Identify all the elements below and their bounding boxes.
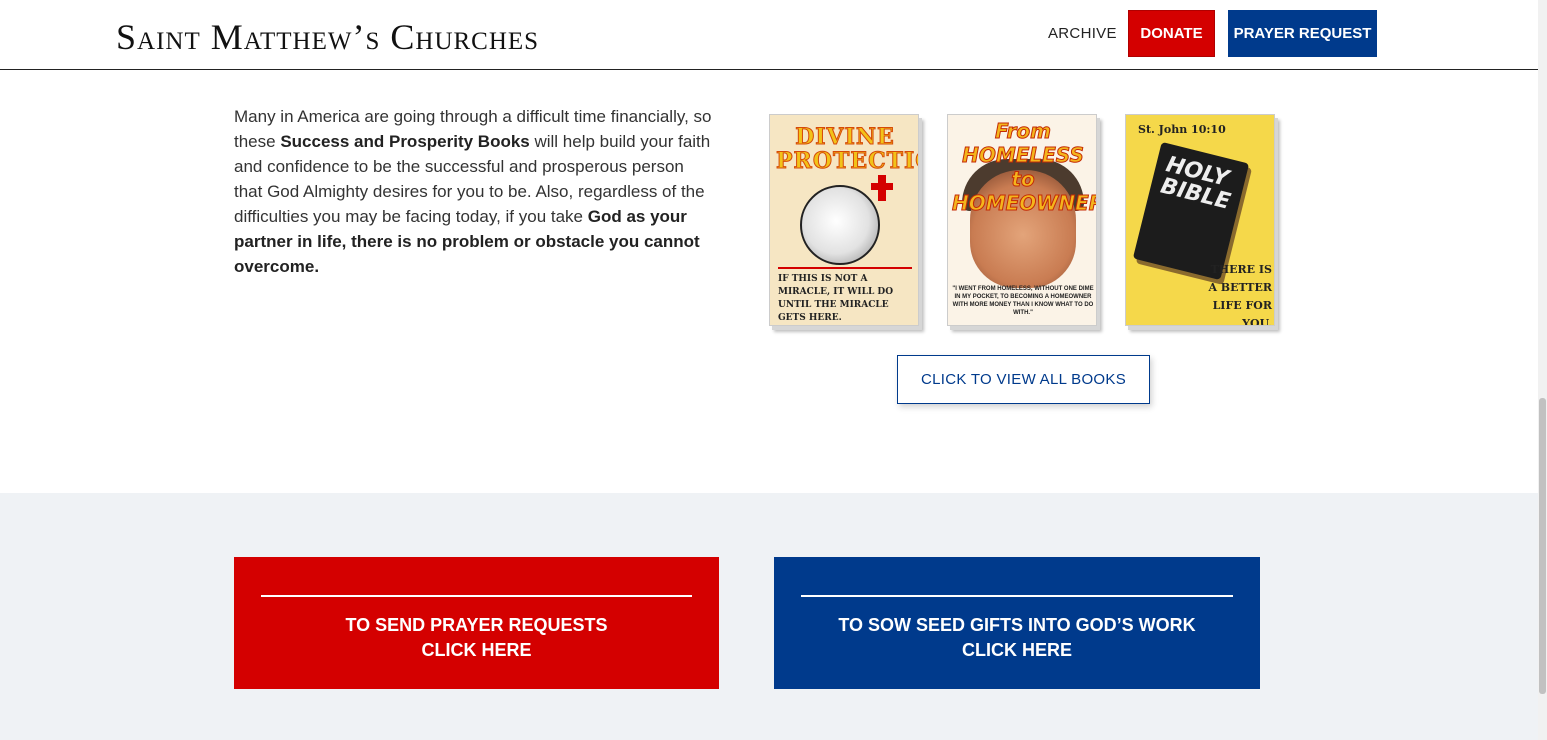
site-logo[interactable]: Saint Matthew’s Churches — [116, 16, 539, 58]
scrollbar-thumb[interactable] — [1539, 398, 1546, 694]
book-reference: St. John 10:10 — [1138, 123, 1226, 136]
book-caption: THERE IS A BETTER LIFE FOR YOU. — [1208, 263, 1272, 326]
site-header: Saint Matthew’s Churches ARCHIVE DONATE … — [0, 0, 1538, 70]
view-all-books-button[interactable]: CLICK TO VIEW ALL BOOKS — [897, 355, 1150, 404]
send-prayer-requests-button[interactable]: TO SEND PRAYER REQUESTS CLICK HERE — [234, 557, 719, 689]
book-cover-holy-bible[interactable]: St. John 10:10 HOLY BIBLE THERE IS A BET… — [1125, 114, 1275, 326]
divider — [261, 595, 692, 597]
book-caption: IF THIS IS NOT A MIRACLE, IT WILL DO UNT… — [778, 267, 912, 325]
book-caption: "I WENT FROM HOMELESS, WITHOUT ONE DIME … — [952, 286, 1094, 316]
cta-link-label: CLICK HERE — [961, 640, 1072, 660]
pointing-hand-icon — [800, 185, 880, 265]
intro-bold-1: Success and Prosperity Books — [280, 132, 530, 151]
sow-seed-gifts-button[interactable]: TO SOW SEED GIFTS INTO GOD’S WORK CLICK … — [774, 557, 1260, 689]
cross-bar — [871, 183, 893, 190]
book-title: DIVINE PROTECTION — [776, 124, 919, 174]
book-cover-homeless-to-homeowner[interactable]: From HOMELESS to HOMEOWNER "I WENT FROM … — [947, 114, 1097, 326]
cta-section — [0, 493, 1538, 740]
book-cover-divine-protection[interactable]: DIVINE PROTECTION IF THIS IS NOT A MIRAC… — [769, 114, 919, 326]
prayer-request-button[interactable]: PRAYER REQUEST — [1228, 10, 1377, 57]
book-title: From HOMELESS to HOMEOWNER — [952, 119, 1097, 216]
cta-label: TO SEND PRAYER REQUESTS — [345, 615, 608, 635]
donate-button[interactable]: DONATE — [1128, 10, 1215, 57]
cta-link-label: CLICK HERE — [421, 640, 532, 660]
cta-label: TO SOW SEED GIFTS INTO GOD’S WORK — [838, 615, 1196, 635]
intro-paragraph: Many in America are going through a diff… — [234, 104, 714, 279]
nav-archive-link[interactable]: ARCHIVE — [1048, 25, 1117, 42]
divider — [801, 595, 1233, 597]
